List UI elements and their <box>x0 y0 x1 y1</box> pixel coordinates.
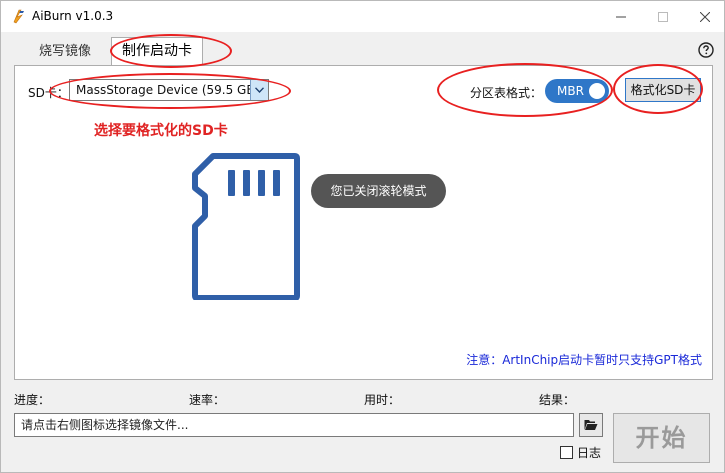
boot-card-panel: SD卡： MassStorage Device (59.5 GB) 选择要格式化… <box>14 65 713 380</box>
log-checkbox[interactable]: 日志 <box>560 444 601 461</box>
sd-card-hint: 选择要格式化的SD卡 <box>94 123 228 139</box>
maximize-icon <box>658 11 668 22</box>
minimize-icon <box>616 16 626 17</box>
toggle-knob <box>589 83 605 99</box>
maximize-button[interactable] <box>643 1 683 32</box>
gpt-note: 注意：ArtInChip启动卡暂时只支持GPT格式 <box>466 353 702 367</box>
window-title: AiBurn v1.0.3 <box>32 9 114 23</box>
partition-format-toggle[interactable]: MBR <box>545 79 609 103</box>
sd-card-selected-value: MassStorage Device (59.5 GB) <box>76 83 260 97</box>
aiburn-logo-icon <box>13 9 24 24</box>
log-checkbox-label: 日志 <box>577 446 602 460</box>
tab-burn-image[interactable]: 烧写镜像 <box>29 40 101 64</box>
sd-card-select[interactable]: MassStorage Device (59.5 GB) <box>69 79 269 101</box>
folder-open-icon <box>584 420 598 430</box>
help-circle-icon[interactable] <box>698 42 714 58</box>
image-file-input[interactable] <box>14 413 574 437</box>
tab-make-boot-card[interactable]: 制作启动卡 <box>111 37 203 65</box>
sd-card-label: SD卡： <box>28 86 69 100</box>
speed-label: 速率： <box>189 393 226 407</box>
browse-file-button[interactable] <box>579 413 603 437</box>
title-bar: AiBurn v1.0.3 <box>1 1 724 32</box>
partition-table-label: 分区表格式： <box>470 86 543 100</box>
elapsed-time-label: 用时： <box>364 393 401 407</box>
app-window: AiBurn v1.0.3 烧写镜像 制作启动卡 SD卡： MassStorag… <box>0 0 725 473</box>
start-button[interactable]: 开始 <box>613 413 710 463</box>
close-icon <box>700 11 710 22</box>
partition-format-value: MBR <box>557 84 584 98</box>
chevron-down-icon <box>255 87 264 93</box>
progress-label: 进度： <box>14 393 51 407</box>
sd-card-dropdown-button[interactable] <box>250 80 268 100</box>
close-button[interactable] <box>685 1 725 32</box>
tab-strip: 烧写镜像 制作启动卡 <box>1 32 724 66</box>
log-checkbox-box[interactable] <box>560 446 573 459</box>
result-label: 结果： <box>539 393 576 407</box>
sd-card-icon <box>192 153 300 300</box>
format-sd-button[interactable]: 格式化SD卡 <box>625 78 701 102</box>
scroll-mode-toast: 您已关闭滚轮模式 <box>311 174 446 208</box>
minimize-button[interactable] <box>601 1 641 32</box>
